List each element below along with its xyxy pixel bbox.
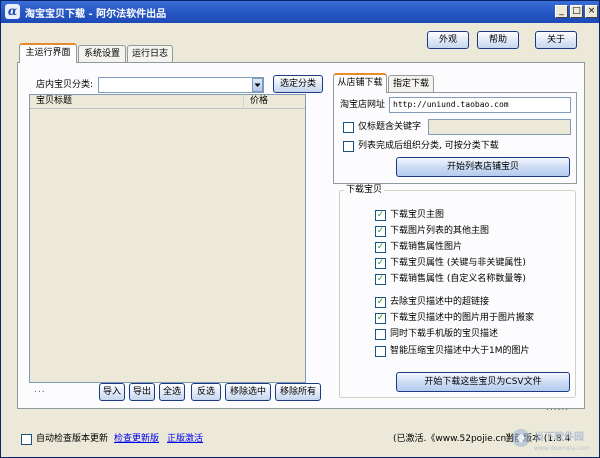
auto-update-checkbox[interactable] [21, 434, 32, 445]
store-url-input[interactable]: http://uniund.taobao.com [389, 97, 571, 113]
category-select[interactable] [98, 77, 264, 93]
option-label-item-attributes: 下载宝贝属性 (关键与非关键属性) [390, 258, 526, 268]
start-download-button[interactable]: 开始下载这些宝贝为CSV文件 [396, 372, 570, 392]
remove-all-button[interactable]: 移除所有 [275, 383, 321, 401]
help-button[interactable]: 帮助 [477, 31, 519, 49]
minimize-button[interactable]: _ [555, 5, 568, 18]
svg-text:www.downxia.com: www.downxia.com [534, 445, 590, 452]
tab-log[interactable]: 运行日志 [127, 45, 173, 63]
activation-status: (已激活.《www.52pojie.cn》) [393, 434, 515, 444]
column-title[interactable]: 宝贝标题 [30, 95, 244, 109]
skin-button[interactable]: 外观 [427, 31, 469, 49]
option-label-compress-images: 智能压缩宝贝描述中大于1M的图片 [390, 346, 530, 356]
option-label-sale-images: 下载销售属性图片 [390, 242, 463, 252]
tab-store-download[interactable]: 从店铺下载 [333, 73, 387, 93]
remove-selected-button[interactable]: 移除选中 [225, 383, 271, 401]
group-after-list-checkbox[interactable] [343, 141, 354, 152]
start-list-button[interactable]: 开始列表店铺宝贝 [396, 157, 570, 177]
category-label: 店内宝贝分类: [36, 80, 94, 90]
svg-text:当下软件园: 当下软件园 [534, 430, 584, 443]
option-checkbox-sale-images[interactable]: ✓ [375, 242, 386, 253]
select-all-button[interactable]: 全选 [159, 383, 185, 401]
check-update-link[interactable]: 检查更新版 [114, 433, 159, 445]
watermark-logo: 当下软件园 www.downxia.com [509, 427, 595, 453]
activate-link[interactable]: 正版激活 [167, 433, 203, 445]
select-category-button[interactable]: 选定分类 [273, 75, 323, 93]
download-group-title: 下载宝贝 [344, 184, 385, 196]
left-ellipsis: ... [34, 385, 46, 395]
group-after-list-label: 列表完成后组织分类, 可按分类下载 [358, 141, 499, 151]
tab-specified-download[interactable]: 指定下载 [388, 75, 434, 93]
download-groupbox: 下载宝贝 ✓ 下载宝贝主图 ✓ 下载图片列表的其他主图 ✓ 下载销售属性图片 ✓… [339, 184, 576, 398]
close-button[interactable]: × [585, 5, 598, 18]
invert-selection-button[interactable]: 反选 [191, 383, 221, 401]
auto-update-label: 自动检查版本更新 [36, 434, 109, 444]
title-bar[interactable]: α 淘宝宝贝下载 - 阿尔法软件出品 _ □ × [1, 1, 599, 23]
option-checkbox-main-image[interactable]: ✓ [375, 210, 386, 221]
option-label-desc-images: 下载宝贝描述中的图片用于图片搬家 [390, 313, 535, 323]
option-checkbox-desc-images[interactable]: ✓ [375, 313, 386, 324]
option-checkbox-mobile-desc[interactable] [375, 329, 386, 340]
option-checkbox-item-attributes[interactable]: ✓ [375, 258, 386, 269]
list-header: 宝贝标题 价格 [30, 95, 305, 109]
title-keyword-input[interactable] [428, 119, 571, 135]
tab-settings[interactable]: 系统设置 [78, 45, 126, 63]
option-checkbox-other-images[interactable]: ✓ [375, 226, 386, 237]
item-list[interactable]: 宝贝标题 价格 [29, 94, 306, 383]
window-title: 淘宝宝贝下载 - 阿尔法软件出品 [25, 9, 167, 20]
chevron-down-icon[interactable] [252, 78, 263, 92]
option-checkbox-sale-attributes[interactable]: ✓ [375, 274, 386, 285]
right-ellipsis: ...... [546, 403, 570, 413]
option-label-main-image: 下载宝贝主图 [390, 210, 445, 220]
option-label-mobile-desc: 同时下载手机版的宝贝描述 [390, 329, 499, 339]
about-button[interactable]: 关于 [535, 31, 577, 49]
option-label-remove-links: 去除宝贝描述中的超链接 [390, 297, 490, 307]
tab-main[interactable]: 主运行界面 [19, 43, 77, 63]
option-checkbox-remove-links[interactable]: ✓ [375, 297, 386, 308]
option-checkbox-compress-images[interactable] [375, 346, 386, 357]
option-label-other-images: 下载图片列表的其他主图 [390, 226, 490, 236]
main-panel: 店内宝贝分类: 选定分类 宝贝标题 价格 ... 导入 导出 全选 反选 移除选… [17, 62, 585, 413]
title-keyword-checkbox[interactable] [343, 122, 354, 133]
column-price[interactable]: 价格 [244, 95, 305, 109]
import-button[interactable]: 导入 [99, 383, 125, 401]
store-download-panel: 淘宝店网址 http://uniund.taobao.com 仅标题含关键字 列… [333, 92, 577, 184]
maximize-button[interactable]: □ [570, 5, 583, 18]
app-icon: α [5, 4, 20, 19]
export-button[interactable]: 导出 [129, 383, 155, 401]
title-keyword-label: 仅标题含关键字 [358, 122, 422, 132]
store-url-label: 淘宝店网址 [340, 100, 386, 110]
option-label-sale-attributes: 下载销售属性 (自定义名称数量等) [390, 274, 526, 284]
app-window: α 淘宝宝贝下载 - 阿尔法软件出品 _ □ × 主运行界面 系统设置 运行日志… [0, 0, 600, 458]
